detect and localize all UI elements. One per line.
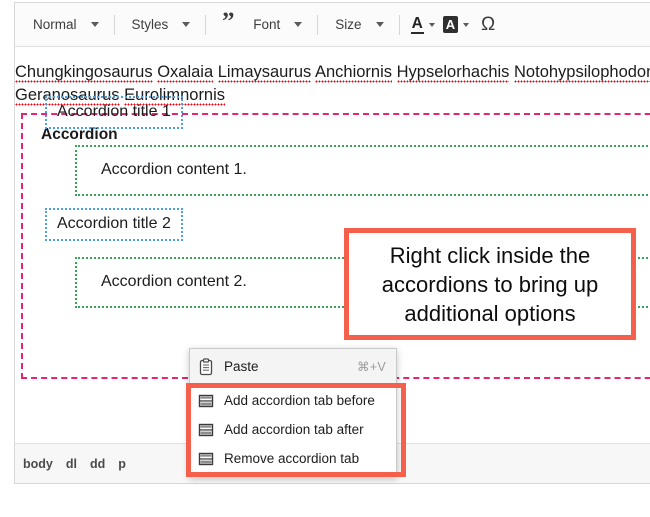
context-menu-item-label: Remove accordion tab: [224, 451, 360, 466]
styles-select-label: Styles: [131, 17, 169, 32]
font-select[interactable]: Font: [243, 11, 310, 39]
context-menu-item-add-accordion-tab-before[interactable]: Add accordion tab before: [190, 386, 396, 415]
accordion-icon: [198, 452, 214, 465]
blockquote-button[interactable]: ”: [213, 7, 243, 38]
annotation-callout: Right click inside the accordions to bri…: [344, 228, 636, 340]
chevron-down-icon: [375, 22, 384, 27]
toolbar-divider: [113, 14, 115, 35]
misspelled-word: Notohypsilophodon: [514, 63, 650, 83]
special-character-button[interactable]: Ω: [473, 12, 503, 38]
styles-select[interactable]: Styles: [122, 11, 199, 39]
chevron-down-icon: [182, 22, 191, 27]
chevron-down-icon: [90, 22, 99, 27]
editor-toolbar: Normal Styles ” Font Size A A Ω: [15, 3, 650, 47]
background-color-icon: A: [442, 16, 459, 33]
context-menu-item-label: Add accordion tab after: [224, 422, 364, 437]
background-color-button[interactable]: A: [439, 12, 473, 38]
blockquote-icon: ”: [222, 7, 235, 35]
size-select-label: Size: [335, 17, 362, 32]
text-color-button[interactable]: A: [407, 12, 439, 38]
annotation-text: Right click inside the accordions to bri…: [381, 242, 599, 326]
chevron-down-icon: [294, 22, 303, 27]
misspelled-word: Chungkingosaurus: [15, 63, 153, 83]
size-select[interactable]: Size: [325, 11, 391, 39]
text-color-icon: A: [410, 14, 424, 34]
omega-icon: Ω: [481, 14, 496, 35]
context-menu-divider: [190, 383, 396, 384]
font-select-label: Font: [253, 17, 281, 32]
chevron-down-icon: [463, 22, 470, 27]
element-path-item[interactable]: p: [118, 457, 126, 471]
context-menu-item-label: Paste: [224, 359, 259, 374]
element-path-item[interactable]: dl: [66, 457, 77, 471]
element-path-item[interactable]: dd: [90, 457, 105, 471]
context-menu[interactable]: Paste ⌘+V Add accordion tab before Add a…: [189, 348, 397, 477]
misspelled-word: Limaysaurus: [217, 63, 312, 83]
accordion-icon: [198, 423, 214, 436]
screenshot-root: Normal Styles ” Font Size A A Ω Chungkin…: [0, 0, 650, 517]
misspelled-word: Anchiornis: [314, 63, 393, 83]
misspelled-word: Hypselorhachis: [396, 63, 510, 83]
toolbar-divider: [205, 14, 207, 35]
misspelled-word: Oxalaia: [157, 63, 214, 83]
toolbar-divider: [398, 14, 400, 35]
context-menu-item-add-accordion-tab-after[interactable]: Add accordion tab after: [190, 415, 396, 444]
toolbar-divider: [317, 14, 319, 35]
chevron-down-icon: [428, 22, 435, 27]
clipboard-icon: [199, 357, 213, 375]
context-menu-item-paste[interactable]: Paste ⌘+V: [190, 352, 396, 381]
context-menu-item-label: Add accordion tab before: [224, 393, 375, 408]
context-menu-item-shortcut: ⌘+V: [356, 360, 386, 374]
accordion-title-1[interactable]: Accordion title 1: [45, 96, 183, 129]
context-menu-item-remove-accordion-tab[interactable]: Remove accordion tab: [190, 444, 396, 473]
accordion-icon: [198, 394, 214, 407]
format-select-label: Normal: [33, 17, 77, 32]
accordion-title-2[interactable]: Accordion title 2: [45, 208, 183, 241]
format-select[interactable]: Normal: [23, 11, 107, 39]
element-path-item[interactable]: body: [23, 457, 53, 471]
accordion-content-1[interactable]: Accordion content 1.: [75, 145, 650, 196]
